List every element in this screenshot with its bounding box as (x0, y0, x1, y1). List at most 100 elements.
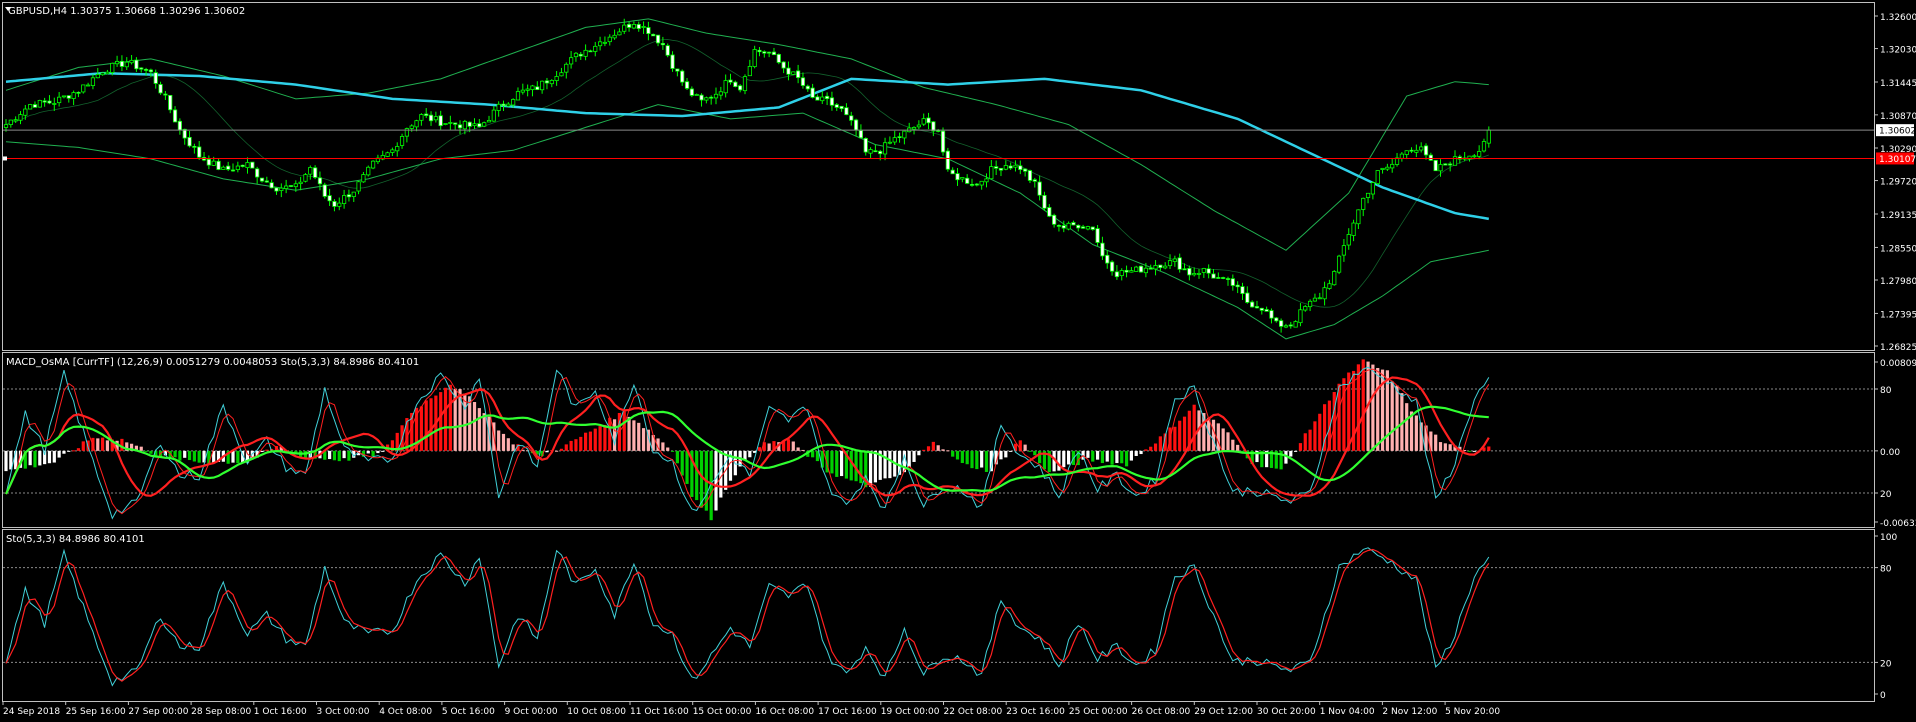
time-tick-label: 30 Oct 20:00 (1257, 707, 1316, 717)
candle (776, 53, 781, 65)
macd-bar (38, 450, 42, 466)
macd-bar (265, 449, 269, 451)
macd-bar (859, 450, 863, 484)
macd-bar (888, 450, 892, 479)
macd-bar (1443, 443, 1447, 451)
line-anchor-marker[interactable] (3, 156, 7, 161)
macd-bar (941, 449, 945, 451)
macd-bar (757, 447, 762, 451)
macd-bar (192, 450, 196, 462)
macd-bar (1231, 439, 1235, 451)
candle (1375, 170, 1380, 186)
macd-bar (1139, 450, 1143, 455)
macd-bar (926, 446, 931, 451)
macd-bar (187, 450, 192, 461)
macd-bar (999, 450, 1003, 460)
macd-bar (1390, 381, 1394, 451)
macd-bar (28, 450, 32, 466)
chart-canvas: GBPUSD,H4 1.30375 1.30668 1.30296 1.3060… (0, 0, 1916, 722)
macd-bar (96, 438, 100, 451)
macd-bar (81, 441, 85, 451)
macd-bar (980, 450, 984, 468)
macd-bar (839, 450, 844, 477)
macd-bar (1342, 378, 1346, 451)
macd-bar (1067, 450, 1071, 465)
macd-bar (1095, 450, 1100, 460)
price-tick-label: 1.27980 (1880, 277, 1916, 287)
price-tick-label: 1.27395 (1880, 310, 1916, 320)
macd-tick-label: 0.008094 (1880, 359, 1916, 369)
macd-bar (506, 438, 510, 451)
macd-bar (1009, 450, 1013, 452)
macd-bar (695, 450, 699, 501)
sto-tick-label: 0 (1880, 691, 1886, 701)
macd-bar (337, 450, 341, 462)
candle (1332, 270, 1337, 286)
macd-bar (342, 450, 346, 459)
macd-bar (173, 450, 177, 458)
time-tick-label: 19 Oct 00:00 (881, 707, 940, 717)
time-tick-label: 10 Oct 08:00 (567, 707, 626, 717)
candle (28, 103, 33, 110)
macd-bar (1308, 429, 1312, 451)
macd-bar (144, 450, 148, 452)
candle (37, 99, 42, 108)
macd-bar (1438, 442, 1443, 451)
time-tick-label: 22 Oct 08:00 (944, 707, 1003, 717)
macd-bar (791, 441, 795, 451)
macd-bar (811, 450, 815, 458)
line-price-label: 1.30107 (1879, 155, 1916, 165)
macd-bar (347, 450, 351, 461)
macd-bar (603, 424, 607, 451)
macd-bar (1120, 450, 1124, 464)
macd-bar (1467, 450, 1472, 452)
macd-bar (588, 431, 593, 451)
macd-bar (472, 402, 477, 451)
macd-bar (1303, 433, 1307, 451)
macd-bar (598, 426, 602, 451)
macd-bar (76, 448, 81, 451)
macd-bar (1004, 450, 1008, 458)
candle (322, 182, 327, 199)
macd-bar (207, 450, 211, 464)
macd-tick-label: 0.00 (1880, 448, 1900, 458)
macd-tick-label: 20 (1880, 490, 1892, 500)
price-tick-label: 1.29720 (1880, 178, 1916, 188)
macd-bar (1173, 426, 1177, 451)
macd-bar (849, 450, 853, 481)
time-tick-label: 5 Nov 20:00 (1445, 707, 1500, 717)
macd-bar (801, 449, 805, 451)
macd-bar (951, 450, 955, 457)
macd-bar (332, 450, 337, 461)
macd-bar (1472, 450, 1476, 452)
macd-bar (714, 450, 718, 511)
macd-bar (62, 450, 66, 454)
macd-bar (236, 450, 240, 464)
macd-bar (1226, 432, 1230, 451)
macd-bar (477, 408, 481, 451)
macd-bar (632, 420, 636, 451)
candle (482, 121, 487, 128)
macd-bar (1434, 434, 1438, 451)
macd-bar (748, 450, 752, 458)
current-price-label: 1.30602 (1879, 127, 1916, 137)
macd-bar (101, 437, 105, 451)
price-tick-label: 1.26825 (1880, 343, 1916, 353)
macd-bar (1178, 420, 1182, 451)
price-tick-label: 1.32030 (1880, 46, 1916, 56)
time-tick-label: 4 Oct 08:00 (379, 707, 432, 717)
macd-bar (545, 450, 549, 453)
macd-bar (1110, 450, 1114, 465)
macd-bar (52, 450, 56, 463)
macd-bar (719, 450, 723, 498)
macd-bar (767, 443, 771, 451)
sto-tick-label: 80 (1880, 565, 1892, 575)
macd-bar (931, 441, 935, 451)
macd-bar (970, 450, 974, 469)
macd-bar (1216, 423, 1220, 451)
time-tick-label: 15 Oct 00:00 (693, 707, 752, 717)
macd-bar (641, 428, 646, 451)
macd-bar (955, 450, 960, 460)
time-tick-label: 2 Nov 12:00 (1382, 707, 1437, 717)
macd-bar (1298, 443, 1303, 451)
